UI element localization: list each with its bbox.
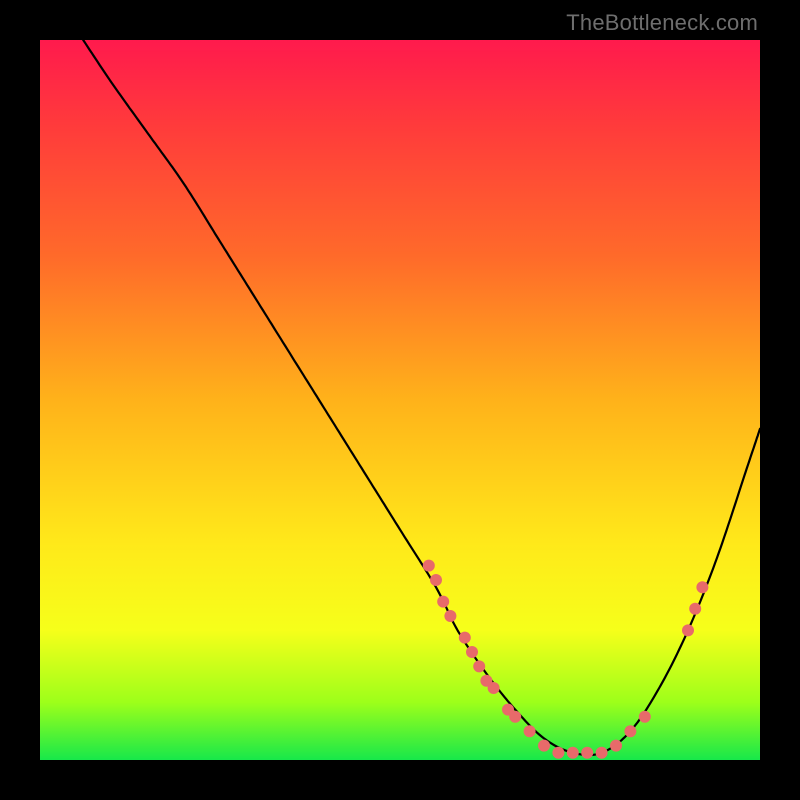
data-marker <box>459 632 471 644</box>
data-marker <box>567 747 579 759</box>
data-marker <box>639 711 651 723</box>
data-marker <box>423 560 435 572</box>
data-marker <box>430 574 442 586</box>
markers-group <box>423 560 709 759</box>
data-marker <box>509 711 521 723</box>
data-marker <box>444 610 456 622</box>
plot-area <box>40 40 760 760</box>
data-marker <box>437 596 449 608</box>
data-marker <box>466 646 478 658</box>
data-marker <box>473 660 485 672</box>
data-marker <box>524 725 536 737</box>
chart-frame: TheBottleneck.com <box>0 0 800 800</box>
data-marker <box>624 725 636 737</box>
data-marker <box>696 581 708 593</box>
watermark-text: TheBottleneck.com <box>566 10 758 36</box>
data-marker <box>610 740 622 752</box>
data-marker <box>488 682 500 694</box>
data-marker <box>596 747 608 759</box>
data-marker <box>682 624 694 636</box>
curve-svg <box>40 40 760 760</box>
bottleneck-curve <box>83 40 760 755</box>
data-marker <box>538 740 550 752</box>
data-marker <box>689 603 701 615</box>
data-marker <box>552 747 564 759</box>
data-marker <box>581 747 593 759</box>
